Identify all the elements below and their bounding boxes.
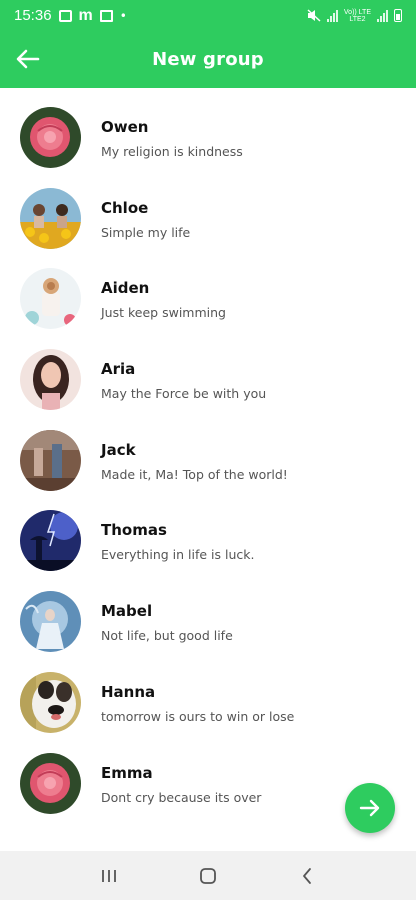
status-bar: 15:36 m • Vo)) LTE LTE2	[0, 0, 416, 31]
contact-text: Thomas Everything in life is luck.	[101, 521, 254, 562]
nav-back-button[interactable]	[287, 856, 327, 896]
contact-text: Owen My religion is kindness	[101, 118, 243, 159]
mute-icon	[307, 9, 321, 22]
contact-text: Aiden Just keep swimming	[101, 279, 226, 320]
contact-status: tomorrow is ours to win or lose	[101, 708, 295, 724]
avatar	[20, 268, 81, 330]
avatar	[20, 349, 81, 411]
contact-text: Hanna tomorrow is ours to win or lose	[101, 683, 294, 724]
next-fab-button[interactable]	[345, 783, 395, 833]
contact-status: Dont cry because its over	[101, 789, 262, 805]
contact-name: Mabel	[101, 602, 153, 621]
contact-name: Emma	[101, 763, 153, 782]
avatar	[20, 429, 81, 491]
contact-status: May the Force be with you	[101, 386, 267, 402]
back-button[interactable]	[8, 39, 48, 79]
back-chevron-icon	[302, 867, 311, 884]
contact-item-aiden[interactable]: Aiden Just keep swimming	[0, 249, 416, 330]
contact-status: Just keep swimming	[101, 305, 226, 321]
contact-item-thomas[interactable]: Thomas Everything in life is luck.	[0, 491, 416, 572]
contact-name: Aria	[101, 360, 136, 379]
contact-item-owen[interactable]: Owen My religion is kindness	[0, 88, 416, 169]
recents-icon	[102, 869, 117, 882]
contact-item-chloe[interactable]: Chloe Simple my life	[0, 169, 416, 250]
contact-name: Aiden	[101, 279, 150, 298]
contact-name: Jack	[101, 440, 136, 459]
recents-button[interactable]	[89, 856, 129, 896]
download-icon	[99, 9, 113, 22]
contact-text: Jack Made it, Ma! Top of the world!	[101, 441, 288, 482]
home-button[interactable]	[188, 856, 228, 896]
contact-status: Not life, but good life	[101, 628, 233, 644]
contact-list: Owen My religion is kindness Chloe Simple m…	[0, 88, 416, 851]
avatar	[20, 752, 81, 814]
volte-lte-label: Vo)) LTE LTE2	[343, 8, 371, 23]
gallery-icon	[58, 9, 72, 22]
avatar	[20, 107, 81, 168]
contact-item-aria[interactable]: Aria May the Force be with you	[0, 330, 416, 411]
home-icon	[200, 867, 216, 884]
contact-status: Made it, Ma! Top of the world!	[101, 466, 288, 482]
contact-status: My religion is kindness	[101, 144, 243, 159]
contact-item-jack[interactable]: Jack Made it, Ma! Top of the world!	[0, 411, 416, 492]
avatar	[20, 671, 81, 733]
contact-name: Owen	[101, 118, 149, 136]
contact-status: Simple my life	[101, 224, 191, 240]
more-notifications-icon: •	[119, 8, 127, 23]
contact-text: Aria May the Force be with you	[101, 360, 266, 401]
status-time: 15:36	[14, 7, 52, 24]
contact-name: Chloe	[101, 198, 149, 217]
arrow-left-icon	[16, 49, 40, 69]
contact-status: Everything in life is luck.	[101, 547, 255, 563]
avatar	[20, 591, 81, 653]
contact-item-mabel[interactable]: Mabel Not life, but good life	[0, 572, 416, 653]
contact-text: Chloe Simple my life	[101, 199, 190, 240]
battery-icon	[394, 9, 402, 22]
gmail-icon: m	[78, 6, 93, 24]
contact-name: Hanna	[101, 682, 156, 701]
signal-icon-2	[377, 9, 388, 22]
contact-text: Emma Dont cry because its over	[101, 764, 261, 805]
avatar	[20, 187, 81, 249]
signal-icon-1	[326, 9, 338, 22]
avatar	[20, 510, 81, 572]
contact-name: Thomas	[101, 521, 167, 540]
arrow-right-icon	[359, 799, 380, 817]
contact-item-hanna[interactable]: Hanna tomorrow is ours to win or lose	[0, 653, 416, 734]
page-title: New group	[152, 49, 264, 70]
system-nav-bar	[0, 851, 416, 900]
app-bar: New group	[0, 31, 416, 88]
contact-text: Mabel Not life, but good life	[101, 602, 233, 643]
